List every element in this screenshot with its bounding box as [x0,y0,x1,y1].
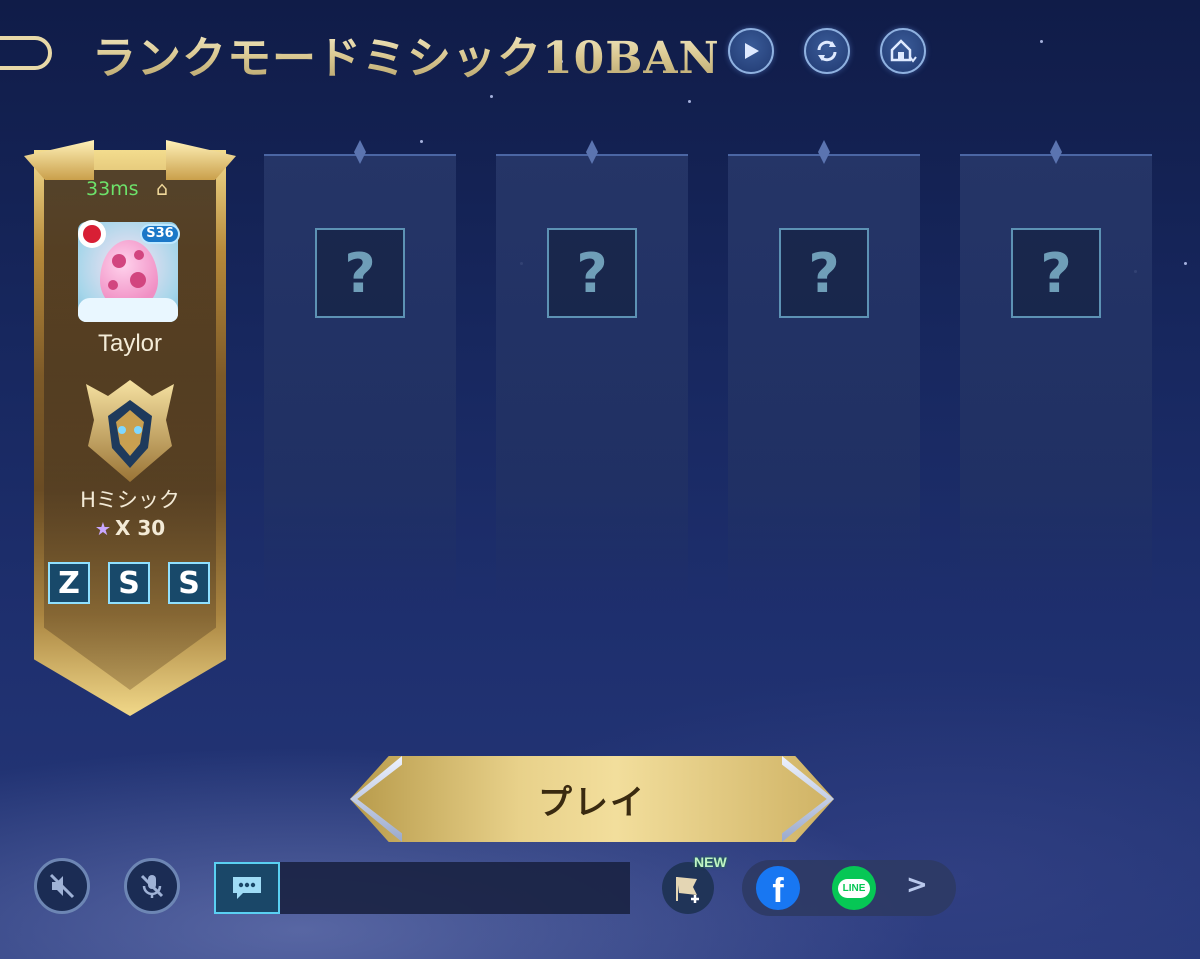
refresh-button[interactable] [804,28,850,74]
mic-muted-icon [140,874,164,898]
ping-indicator: 33ms [86,178,139,200]
spell-slot-3[interactable]: S [168,562,210,604]
player-card[interactable]: 33ms ⌂ S36 Taylor Hミシック ★ X 30 Z S S [24,140,236,716]
empty-player-slot[interactable]: ? [264,140,456,604]
rank-name: Hミシック [80,488,180,512]
diamond-ornament-icon [1050,140,1062,164]
refresh-icon [817,40,837,62]
play-icon [745,43,759,59]
rank-stars: ★ X 30 [24,516,236,540]
host-home-icon: ⌂ [156,178,169,200]
play-button[interactable]: プレイ [350,756,834,842]
country-flag-icon [78,220,106,248]
unknown-player-icon: ? [1011,228,1101,318]
unknown-player-icon: ? [315,228,405,318]
chevron-right-icon[interactable]: > [906,870,928,900]
line-logo-label: LINE [837,878,871,898]
chat-bubble-icon [233,877,261,899]
diamond-ornament-icon [586,140,598,164]
unknown-player-icon: ? [779,228,869,318]
play-video-button[interactable] [728,28,774,74]
speaker-muted-icon [49,873,75,899]
avatar-cloud [78,298,178,322]
flag-add-icon [676,877,699,903]
spell-slot-2[interactable]: S [108,562,150,604]
empty-player-slot[interactable]: ? [496,140,688,604]
spell-slot-1[interactable]: Z [48,562,90,604]
speaker-mute-button[interactable] [34,858,90,914]
season-badge: S36 [140,224,180,244]
room-home-button[interactable] [880,28,926,74]
diamond-ornament-icon [354,140,366,164]
page-title: ランクモードミシック10BAN [92,22,720,86]
facebook-button[interactable]: f [756,866,800,910]
line-button[interactable]: LINE [832,866,876,910]
back-button[interactable] [0,36,52,70]
player-name: Taylor [97,330,163,357]
new-badge: NEW [694,854,727,870]
unknown-player-icon: ? [547,228,637,318]
empty-player-slot[interactable]: ? [728,140,920,604]
mic-mute-button[interactable] [124,858,180,914]
home-icon [890,39,917,63]
rank-star-count: X 30 [114,516,166,540]
chat-button[interactable] [214,862,280,914]
star-icon: ★ [94,519,111,540]
mythic-rank-emblem-icon [86,380,174,482]
empty-player-slot[interactable]: ? [960,140,1152,604]
play-button-label: プレイ [538,782,646,823]
diamond-ornament-icon [818,140,830,164]
